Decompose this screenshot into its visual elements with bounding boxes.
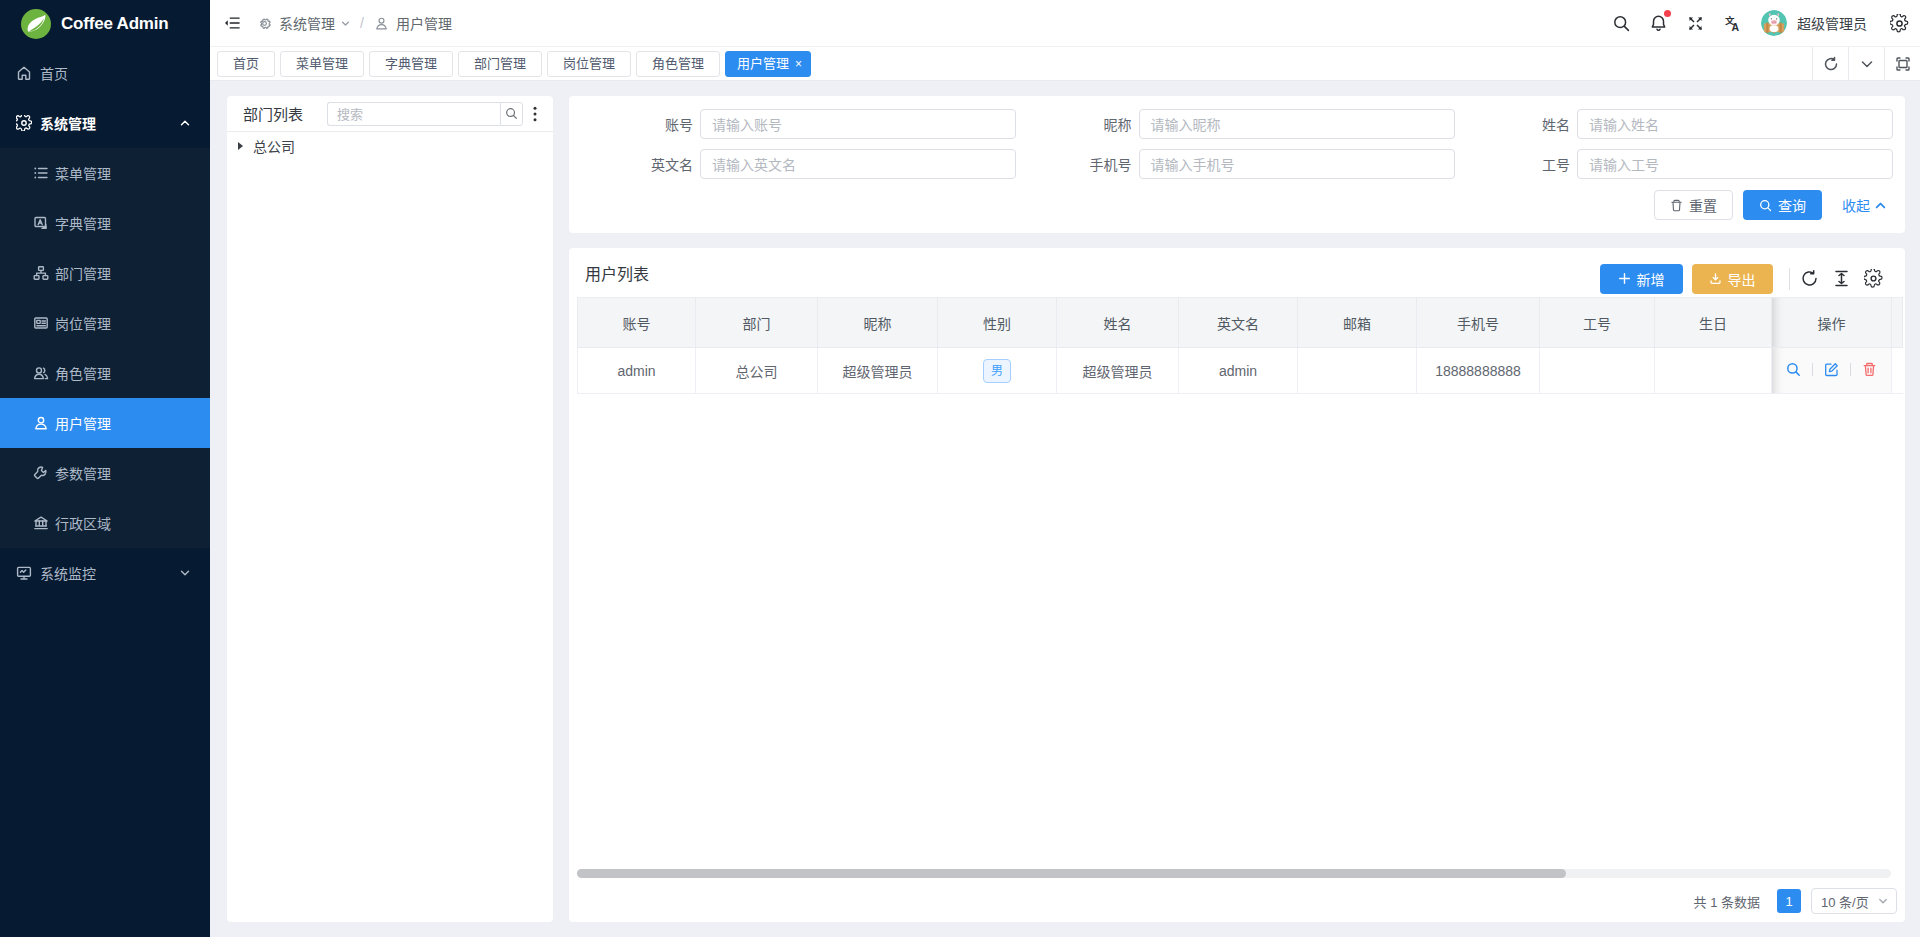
btn-reset[interactable]: 重置 xyxy=(1654,190,1733,220)
pagination: 共 1 条数据 1 10 条/页 xyxy=(1694,888,1897,914)
btn-export[interactable]: 导出 xyxy=(1692,264,1773,294)
filter-enname: 英文名请输入英文名 xyxy=(569,149,1008,179)
user-table: 账号部门昵称性别姓名英文名邮箱手机号工号生日操作 admin总公司超级管理员男超… xyxy=(577,297,1903,394)
dept-search-btn[interactable] xyxy=(500,102,523,126)
filter-nickname: 昵称请输入昵称 xyxy=(1008,109,1447,139)
tab-full[interactable] xyxy=(1884,47,1920,81)
tabsbar: 首页 菜单管理 字典管理 部门管理 岗位管理 角色管理 用户管理× xyxy=(210,47,1920,81)
op-edit[interactable] xyxy=(1824,362,1839,377)
menu-role-mgmt[interactable]: 角色管理 xyxy=(0,348,210,398)
btn-setting[interactable] xyxy=(1864,269,1883,288)
dept-search: 搜索 xyxy=(327,102,523,126)
filter-panel: 账号请输入账号 昵称请输入昵称 姓名请输入姓名 英文名请输入英文名 手机号请输入… xyxy=(569,96,1905,233)
dept-search-input[interactable]: 搜索 xyxy=(327,102,500,126)
tab-role[interactable]: 角色管理 xyxy=(636,51,720,77)
page-size[interactable]: 10 条/页 xyxy=(1811,888,1897,914)
sidebar: Coffee Admin 首页 系统管理 菜单管理 字典管理 xyxy=(0,0,210,937)
op-view[interactable] xyxy=(1786,362,1801,377)
header-actions: 文A 超级管理员 xyxy=(1603,10,1920,36)
menu-dept-mgmt[interactable]: 部门管理 xyxy=(0,248,210,298)
svg-text:A: A xyxy=(1732,20,1740,32)
dept-panel: 部门列表 搜索 总公司 xyxy=(227,96,553,922)
notice[interactable] xyxy=(1649,14,1668,33)
tab-refresh[interactable] xyxy=(1812,47,1848,81)
dept-more[interactable] xyxy=(533,106,537,122)
menu: 首页 系统管理 菜单管理 字典管理 部门管理 xyxy=(0,48,210,598)
menu-user-mgmt[interactable]: 用户管理 xyxy=(0,398,210,448)
fullscreen[interactable] xyxy=(1686,14,1705,33)
header: 系统管理 / 用户管理 文A 超级管理员 xyxy=(210,0,1920,47)
avatar xyxy=(1761,10,1787,36)
settings[interactable] xyxy=(1890,14,1909,33)
content: 部门列表 搜索 总公司 账号请输入账号 昵称请输入昵称 姓名请输入姓名 xyxy=(210,81,1920,937)
table-header: 账号部门昵称性别姓名英文名邮箱手机号工号生日操作 xyxy=(578,298,1903,348)
dept-root[interactable]: 总公司 xyxy=(236,133,553,159)
breadcrumb: 系统管理 / 用户管理 xyxy=(257,13,452,33)
tab-user[interactable]: 用户管理× xyxy=(725,51,811,77)
filter-account: 账号请输入账号 xyxy=(569,109,1008,139)
tab-dept[interactable]: 部门管理 xyxy=(458,51,542,77)
submenu-system: 菜单管理 字典管理 部门管理 岗位管理 角色管理 xyxy=(0,148,210,548)
menu-system[interactable]: 系统管理 xyxy=(0,98,210,148)
btn-query[interactable]: 查询 xyxy=(1743,190,1822,220)
hscrollbar xyxy=(577,869,1891,878)
tab-home[interactable]: 首页 xyxy=(217,51,275,77)
tab-more[interactable] xyxy=(1848,47,1884,81)
row-admin: admin总公司超级管理员男超级管理员admin18888888888 xyxy=(578,348,1903,394)
search-icon[interactable] xyxy=(1612,14,1631,33)
filter-phone: 手机号请输入手机号 xyxy=(1008,149,1447,179)
menu-param-mgmt[interactable]: 参数管理 xyxy=(0,448,210,498)
menu-home[interactable]: 首页 xyxy=(0,48,210,98)
menu-dict-mgmt[interactable]: 字典管理 xyxy=(0,198,210,248)
op-delete[interactable] xyxy=(1862,362,1877,377)
tab-post[interactable]: 岗位管理 xyxy=(547,51,631,77)
btn-density[interactable] xyxy=(1832,269,1851,288)
dept-tree: 总公司 xyxy=(227,132,553,159)
user-table-panel: 用户列表 新增 导出 账号部门昵称性别姓名英文名邮箱手机号工号生日操作 xyxy=(569,248,1905,922)
menu-monitor[interactable]: 系统监控 xyxy=(0,548,210,598)
btn-refresh[interactable] xyxy=(1800,269,1819,288)
menu-region[interactable]: 行政区域 xyxy=(0,498,210,548)
page-1[interactable]: 1 xyxy=(1777,889,1801,913)
collapse-button[interactable] xyxy=(224,15,240,31)
i18n[interactable]: 文A xyxy=(1723,14,1742,33)
filter-name: 姓名请输入姓名 xyxy=(1446,109,1885,139)
menu-post-mgmt[interactable]: 岗位管理 xyxy=(0,298,210,348)
coffee-admin-user-management: Coffee Admin 首页 系统管理 菜单管理 字典管理 xyxy=(0,0,1920,937)
menu-menu-mgmt[interactable]: 菜单管理 xyxy=(0,148,210,198)
btn-add[interactable]: 新增 xyxy=(1600,264,1683,294)
filter-workno: 工号请输入工号 xyxy=(1446,149,1885,179)
username: 超级管理员 xyxy=(1797,13,1867,33)
tab-menu[interactable]: 菜单管理 xyxy=(280,51,364,77)
logo: Coffee Admin xyxy=(0,0,210,48)
tab-dict[interactable]: 字典管理 xyxy=(369,51,453,77)
btn-collapse[interactable]: 收起 xyxy=(1842,195,1886,215)
